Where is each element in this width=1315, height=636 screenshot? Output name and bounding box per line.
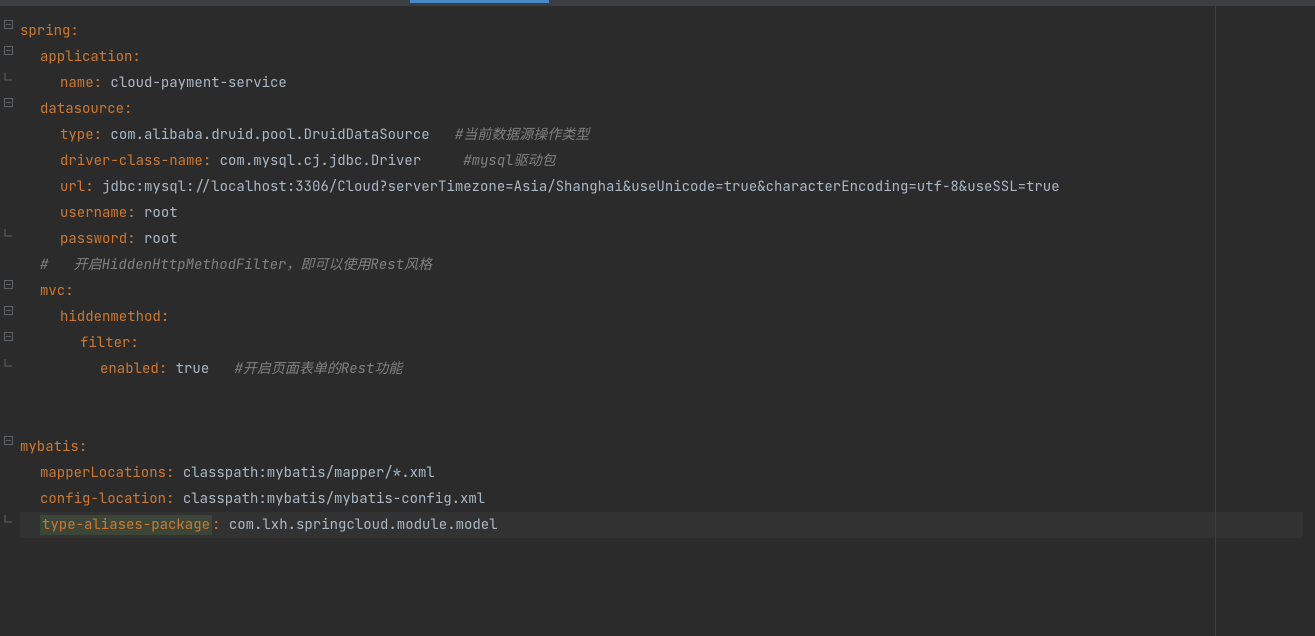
fold-spacer: [3, 122, 15, 134]
code-line: mvc:: [20, 278, 1315, 304]
fold-spacer: [3, 460, 15, 472]
fold-end-icon[interactable]: [3, 70, 15, 82]
code-line: type: com.alibaba.druid.pool.DruidDataSo…: [20, 122, 1315, 148]
fold-spacer: [3, 408, 15, 420]
code-line: config-location: classpath:mybatis/mybat…: [20, 486, 1315, 512]
right-margin-guide: [1215, 6, 1216, 636]
code-line: url: jdbc:mysql://localhost:3306/Cloud?s…: [20, 174, 1315, 200]
fold-icon[interactable]: [3, 278, 15, 290]
fold-spacer: [3, 174, 15, 186]
code-line: filter:: [20, 330, 1315, 356]
code-line: username: root: [20, 200, 1315, 226]
code-line: datasource:: [20, 96, 1315, 122]
scrollbar[interactable]: [1303, 6, 1315, 636]
code-line: password: root: [20, 226, 1315, 252]
code-line: # 开启HiddenHttpMethodFilter，即可以使用Rest风格: [20, 252, 1315, 278]
fold-spacer: [3, 382, 15, 394]
code-line: mybatis:: [20, 434, 1315, 460]
code-line: mapperLocations: classpath:mybatis/mappe…: [20, 460, 1315, 486]
code-line: [20, 408, 1315, 434]
fold-icon[interactable]: [3, 434, 15, 446]
code-line: hiddenmethod:: [20, 304, 1315, 330]
fold-icon[interactable]: [3, 96, 15, 108]
fold-icon[interactable]: [3, 44, 15, 56]
fold-icon[interactable]: [3, 304, 15, 316]
code-line: name: cloud-payment-service: [20, 70, 1315, 96]
fold-spacer: [3, 252, 15, 264]
fold-spacer: [3, 486, 15, 498]
code-line: application:: [20, 44, 1315, 70]
fold-spacer: [3, 200, 15, 212]
code-line: driver-class-name: com.mysql.cj.jdbc.Dri…: [20, 148, 1315, 174]
code-line: spring:: [20, 18, 1315, 44]
fold-spacer: [3, 148, 15, 160]
fold-end-icon[interactable]: [3, 512, 15, 524]
code-editor[interactable]: spring: application: name: cloud-payment…: [18, 0, 1315, 636]
code-line-active: type-aliases-package: com.lxh.springclou…: [20, 512, 1315, 538]
fold-end-icon[interactable]: [3, 356, 15, 368]
fold-icon[interactable]: [3, 330, 15, 342]
fold-icon[interactable]: [3, 18, 15, 30]
fold-end-icon[interactable]: [3, 226, 15, 238]
editor-container: spring: application: name: cloud-payment…: [0, 0, 1315, 636]
code-line: [20, 382, 1315, 408]
code-line: enabled: true #开启页面表单的Rest功能: [20, 356, 1315, 382]
gutter: [0, 0, 18, 636]
